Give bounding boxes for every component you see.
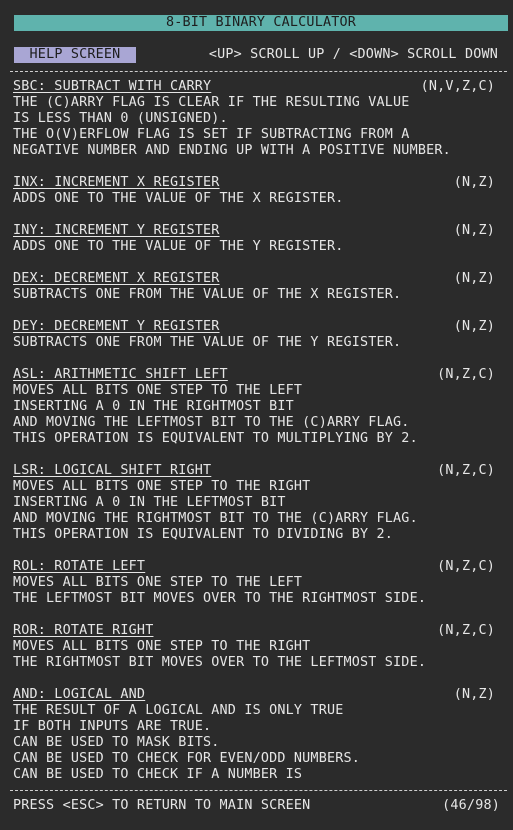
section-flags: (N,Z) — [453, 687, 495, 702]
bottom-divider — [10, 790, 507, 791]
section-flags: (N,Z,C) — [437, 463, 495, 478]
section-heading: LSR: LOGICAL SHIFT RIGHT — [13, 463, 212, 478]
section-description-line: THE (C)ARRY FLAG IS CLEAR IF THE RESULTI… — [13, 95, 410, 110]
section-heading-row: ASL: ARITHMETIC SHIFT LEFT (N,Z,C) — [13, 367, 503, 383]
section-flags: (N,Z) — [453, 319, 495, 334]
section-description-line: MOVES ALL BITS ONE STEP TO THE RIGHT — [13, 479, 311, 494]
section-heading-row: LSR: LOGICAL SHIFT RIGHT (N,Z,C) — [13, 463, 503, 479]
help-content[interactable]: SBC: SUBTRACT WITH CARRY (N,V,Z,C) THE (C)… — [13, 79, 503, 783]
section-description-line: CAN BE USED TO CHECK FOR EVEN/ODD NUMBER… — [13, 751, 360, 766]
section-heading-row: SBC: SUBTRACT WITH CARRY (N,V,Z,C) — [13, 79, 503, 95]
section-description-line: MOVES ALL BITS ONE STEP TO THE LEFT — [13, 383, 303, 398]
section-heading: ASL: ARITHMETIC SHIFT LEFT — [13, 367, 228, 382]
section-description-line: IS LESS THAN 0 (UNSIGNED). — [13, 111, 228, 126]
section-heading: DEX: DECREMENT X REGISTER — [13, 271, 220, 286]
scroll-hint: <UP> SCROLL UP / <DOWN> SCROLL DOWN — [208, 47, 498, 62]
section-flags: (N,Z,C) — [437, 559, 495, 574]
page-indicator: (46/98) — [442, 798, 500, 813]
section-description-line: SUBTRACTS ONE FROM THE VALUE OF THE Y RE… — [13, 335, 402, 350]
section-flags: (N,V,Z,C) — [420, 79, 495, 94]
help-section: ROL: ROTATE LEFT (N,Z,C) MOVES ALL BITS ON… — [13, 559, 503, 607]
help-section: AND: LOGICAL AND (N,Z) THE RESULT OF A LOG… — [13, 687, 503, 783]
section-heading-row: INX: INCREMENT X REGISTER (N,Z) — [13, 175, 503, 191]
section-heading: DEY: DECREMENT Y REGISTER — [13, 319, 220, 334]
section-description-line: ADDS ONE TO THE VALUE OF THE Y REGISTER. — [13, 239, 344, 254]
section-heading: INX: INCREMENT X REGISTER — [13, 175, 220, 190]
section-description-line: AND MOVING THE LEFTMOST BIT TO THE (C)AR… — [13, 415, 410, 430]
section-flags: (N,Z,C) — [437, 367, 495, 382]
section-flags: (N,Z) — [453, 223, 495, 238]
section-description-line: INSERTING A 0 IN THE RIGHTMOST BIT — [13, 399, 294, 414]
section-description-line: THIS OPERATION IS EQUIVALENT TO MULTIPLY… — [13, 431, 418, 446]
section-description-line: THIS OPERATION IS EQUIVALENT TO DIVIDING… — [13, 527, 394, 542]
help-section: LSR: LOGICAL SHIFT RIGHT (N,Z,C) MOVES ALL… — [13, 463, 503, 543]
help-section: ASL: ARITHMETIC SHIFT LEFT (N,Z,C) MOVES A… — [13, 367, 503, 447]
section-description-line: MOVES ALL BITS ONE STEP TO THE LEFT — [13, 575, 303, 590]
help-section: INY: INCREMENT Y REGISTER (N,Z) ADDS ONE T… — [13, 223, 503, 255]
section-heading: INY: INCREMENT Y REGISTER — [13, 223, 220, 238]
section-description-line: SUBTRACTS ONE FROM THE VALUE OF THE X RE… — [13, 287, 402, 302]
section-flags: (N,Z,C) — [437, 623, 495, 638]
help-section: DEY: DECREMENT Y REGISTER (N,Z) SUBTRACTS … — [13, 319, 503, 351]
section-heading-row: AND: LOGICAL AND (N,Z) — [13, 687, 503, 703]
section-flags: (N,Z) — [453, 175, 495, 190]
section-description-line: NEGATIVE NUMBER AND ENDING UP WITH A POS… — [13, 143, 451, 158]
section-heading: ROL: ROTATE LEFT — [13, 559, 146, 574]
footer-instruction: PRESS <ESC> TO RETURN TO MAIN SCREEN — [13, 798, 311, 813]
section-description-line: AND MOVING THE RIGHTMOST BIT TO THE (C)A… — [13, 511, 418, 526]
section-flags: (N,Z) — [453, 271, 495, 286]
help-section: SBC: SUBTRACT WITH CARRY (N,V,Z,C) THE (C)… — [13, 79, 503, 159]
section-description-line: THE RIGHTMOST BIT MOVES OVER TO THE LEFT… — [13, 655, 427, 670]
section-heading-row: ROR: ROTATE RIGHT (N,Z,C) — [13, 623, 503, 639]
section-heading-row: DEX: DECREMENT X REGISTER (N,Z) — [13, 271, 503, 287]
section-description-line: THE RESULT OF A LOGICAL AND IS ONLY TRUE — [13, 703, 344, 718]
help-section: DEX: DECREMENT X REGISTER (N,Z) SUBTRACTS … — [13, 271, 503, 303]
top-divider — [10, 71, 507, 72]
section-heading: SBC: SUBTRACT WITH CARRY — [13, 79, 212, 94]
app-title: 8-BIT BINARY CALCULATOR — [165, 15, 357, 30]
section-description-line: IF BOTH INPUTS ARE TRUE. — [13, 719, 212, 734]
section-description-line: CAN BE USED TO MASK BITS. — [13, 735, 220, 750]
app-title-bar: 8-BIT BINARY CALCULATOR — [14, 15, 508, 31]
section-description-line: ADDS ONE TO THE VALUE OF THE X REGISTER. — [13, 191, 344, 206]
section-description-line: INSERTING A 0 IN THE LEFTMOST BIT — [13, 495, 286, 510]
section-description-line: CAN BE USED TO CHECK IF A NUMBER IS — [13, 767, 303, 782]
help-screen-badge: HELP SCREEN — [14, 47, 136, 63]
help-section: ROR: ROTATE RIGHT (N,Z,C) MOVES ALL BITS O… — [13, 623, 503, 671]
section-heading: AND: LOGICAL AND — [13, 687, 146, 702]
section-heading: ROR: ROTATE RIGHT — [13, 623, 154, 638]
help-section: INX: INCREMENT X REGISTER (N,Z) ADDS ONE T… — [13, 175, 503, 207]
section-description-line: THE O(V)ERFLOW FLAG IS SET IF SUBTRACTIN… — [13, 127, 410, 142]
section-heading-row: INY: INCREMENT Y REGISTER (N,Z) — [13, 223, 503, 239]
help-screen-label: HELP SCREEN — [29, 47, 121, 62]
section-heading-row: ROL: ROTATE LEFT (N,Z,C) — [13, 559, 503, 575]
section-description-line: MOVES ALL BITS ONE STEP TO THE RIGHT — [13, 639, 311, 654]
section-heading-row: DEY: DECREMENT Y REGISTER (N,Z) — [13, 319, 503, 335]
section-description-line: THE LEFTMOST BIT MOVES OVER TO THE RIGHT… — [13, 591, 427, 606]
